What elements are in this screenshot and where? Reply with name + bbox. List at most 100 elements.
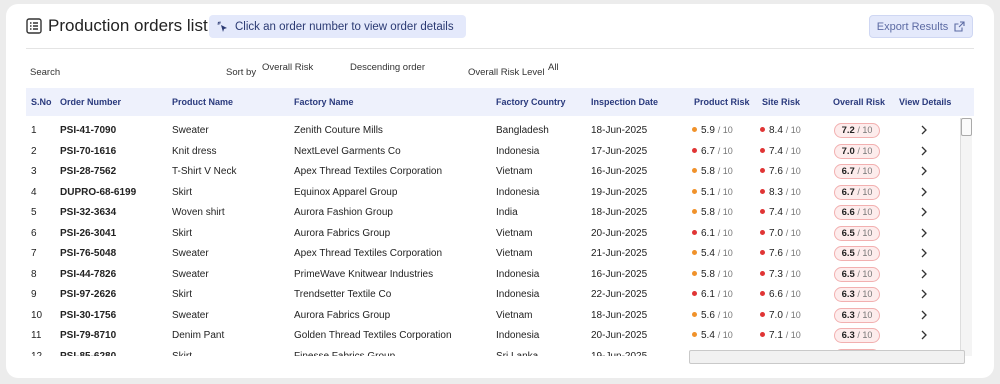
risk-level-select[interactable]: All [548, 62, 559, 73]
table-row[interactable]: 5 PSI-32-3634 Woven shirt Aurora Fashion Gr… [26, 202, 954, 223]
cell-factory: PrimeWave Knitwear Industries [294, 268, 434, 280]
cell-site-risk: 7.4 / 10 [760, 207, 801, 218]
table-row[interactable]: 10 PSI-30-1756 Sweater Aurora Fabrics Group… [26, 305, 954, 326]
table-row[interactable]: 3 PSI-28-7562 T-Shirt V Neck Apex Thread Te… [26, 161, 954, 182]
score-suffix: / 10 [857, 166, 873, 176]
chevron-right-icon[interactable] [919, 145, 929, 157]
product-risk-value: 6.7 [701, 145, 715, 157]
overall-risk-value: 6.3 [841, 330, 855, 341]
overall-risk-value: 6.5 [841, 268, 855, 280]
order-number-link[interactable]: PSI-44-7826 [60, 269, 116, 280]
score-suffix: / 10 [857, 227, 873, 238]
chevron-right-icon[interactable] [919, 329, 929, 341]
table-row[interactable]: 8 PSI-44-7826 Sweater PrimeWave Knitwear In… [26, 264, 954, 285]
sort-order-select[interactable]: Descending order [350, 62, 425, 73]
score-suffix: / 10 [717, 145, 733, 156]
cell-product-risk: 5.4 / 10 [692, 330, 733, 341]
site-risk-value: 7.3 [769, 268, 783, 280]
order-number-link[interactable]: PSI-70-1616 [60, 146, 116, 157]
cell-product: Skirt [172, 186, 192, 198]
search-label[interactable]: Search [30, 67, 60, 78]
cell-sno: 3 [31, 166, 37, 177]
col-factory-name[interactable]: Factory Name [294, 97, 354, 107]
score-suffix: / 10 [785, 330, 801, 340]
cell-date: 16-Jun-2025 [591, 166, 648, 177]
score-suffix: / 10 [717, 186, 733, 197]
export-results-button[interactable]: Export Results [869, 15, 973, 38]
cell-country: Vietnam [496, 227, 533, 239]
page-title: Production orders list [48, 16, 208, 35]
chevron-right-icon[interactable] [919, 288, 929, 300]
chevron-right-icon[interactable] [919, 124, 929, 136]
table-row[interactable]: 2 PSI-70-1616 Knit dress NextLevel Garments… [26, 141, 954, 162]
cell-site-risk: 7.4 / 10 [760, 146, 801, 157]
vertical-scroll-thumb[interactable] [961, 118, 972, 136]
cell-factory: Trendsetter Textile Co [294, 289, 392, 300]
order-number-link[interactable]: PSI-28-7562 [60, 166, 116, 177]
vertical-scrollbar[interactable] [960, 118, 972, 356]
overall-risk-value: 6.6 [841, 207, 855, 218]
risk-dot-icon [692, 332, 697, 337]
col-product-name[interactable]: Product Name [172, 97, 233, 107]
table-row[interactable]: 9 PSI-97-2626 Skirt Trendsetter Textile Co I… [26, 284, 954, 305]
site-risk-value: 7.1 [769, 330, 783, 341]
cell-sno: 11 [31, 330, 42, 341]
risk-dot-icon [692, 291, 697, 296]
cell-product-risk: 5.4 / 10 [692, 248, 733, 259]
score-suffix: / 10 [717, 309, 733, 320]
table-row[interactable]: 6 PSI-26-3041 Skirt Aurora Fabrics Group Vie… [26, 223, 954, 244]
cell-sno: 6 [31, 227, 37, 239]
order-number-link[interactable]: PSI-32-3634 [60, 207, 116, 218]
order-number-link[interactable]: PSI-76-5048 [60, 248, 116, 259]
score-suffix: / 10 [857, 125, 873, 135]
table-row[interactable]: 11 PSI-79-8710 Denim Pant Golden Thread Tex… [26, 325, 954, 346]
site-risk-value: 8.4 [769, 125, 783, 136]
col-order-number[interactable]: Order Number [60, 97, 121, 107]
cell-product-risk: 6.1 / 10 [692, 228, 733, 239]
overall-risk-value: 6.3 [841, 289, 855, 300]
score-suffix: / 10 [785, 268, 801, 279]
cell-site-risk: 7.1 / 10 [760, 330, 801, 341]
table-row[interactable]: 1 PSI-41-7090 Sweater Zenith Couture Mills B… [26, 120, 954, 141]
risk-dot-icon [760, 188, 765, 194]
horizontal-scrollbar[interactable] [689, 350, 965, 364]
chevron-right-icon[interactable] [919, 186, 929, 198]
overall-risk-badge: 6.7 / 10 [834, 164, 880, 179]
col-inspection-date[interactable]: Inspection Date [591, 97, 658, 107]
risk-level-label: Overall Risk Level [468, 67, 545, 78]
score-suffix: / 10 [785, 166, 801, 176]
risk-dot-icon [760, 147, 765, 153]
col-sno[interactable]: S.No [31, 97, 52, 107]
chevron-right-icon[interactable] [919, 268, 929, 280]
order-number-link[interactable]: PSI-79-8710 [60, 330, 116, 341]
order-number-link[interactable]: PSI-41-7090 [60, 125, 116, 136]
order-number-link[interactable]: PSI-97-2626 [60, 289, 116, 300]
table-row[interactable]: 7 PSI-76-5048 Sweater Apex Thread Textiles … [26, 243, 954, 264]
cell-product-risk: 5.8 / 10 [692, 166, 733, 177]
chevron-right-icon[interactable] [919, 165, 929, 177]
product-risk-value: 5.1 [701, 186, 715, 198]
chevron-right-icon[interactable] [919, 206, 929, 218]
order-number-link[interactable]: DUPRO-68-6199 [60, 187, 136, 198]
chevron-right-icon[interactable] [919, 227, 929, 239]
cell-site-risk: 7.3 / 10 [760, 269, 801, 280]
hint-text: Click an order number to view order deta… [235, 20, 454, 33]
table-row[interactable]: 4 DUPRO-68-6199 Skirt Equinox Apparel Group… [26, 182, 954, 203]
col-product-risk[interactable]: Product Risk [694, 97, 750, 107]
sort-by-select[interactable]: Overall Risk [262, 62, 313, 73]
col-site-risk[interactable]: Site Risk [762, 97, 800, 107]
col-factory-country[interactable]: Factory Country [496, 97, 566, 107]
order-number-link[interactable]: PSI-85-6280 [60, 351, 116, 357]
cell-country: Indonesia [496, 330, 540, 341]
order-number-link[interactable]: PSI-30-1756 [60, 310, 116, 321]
product-risk-value: 5.4 [701, 248, 715, 259]
cell-date: 18-Jun-2025 [591, 309, 648, 321]
chevron-right-icon[interactable] [919, 247, 929, 259]
col-overall-risk[interactable]: Overall Risk [833, 97, 885, 107]
cell-site-risk: 8.3 / 10 [760, 187, 801, 198]
cell-date: 18-Jun-2025 [591, 125, 648, 136]
score-suffix: / 10 [857, 248, 873, 258]
cell-site-risk: 8.4 / 10 [760, 125, 801, 136]
order-number-link[interactable]: PSI-26-3041 [60, 228, 116, 239]
chevron-right-icon[interactable] [919, 309, 929, 321]
